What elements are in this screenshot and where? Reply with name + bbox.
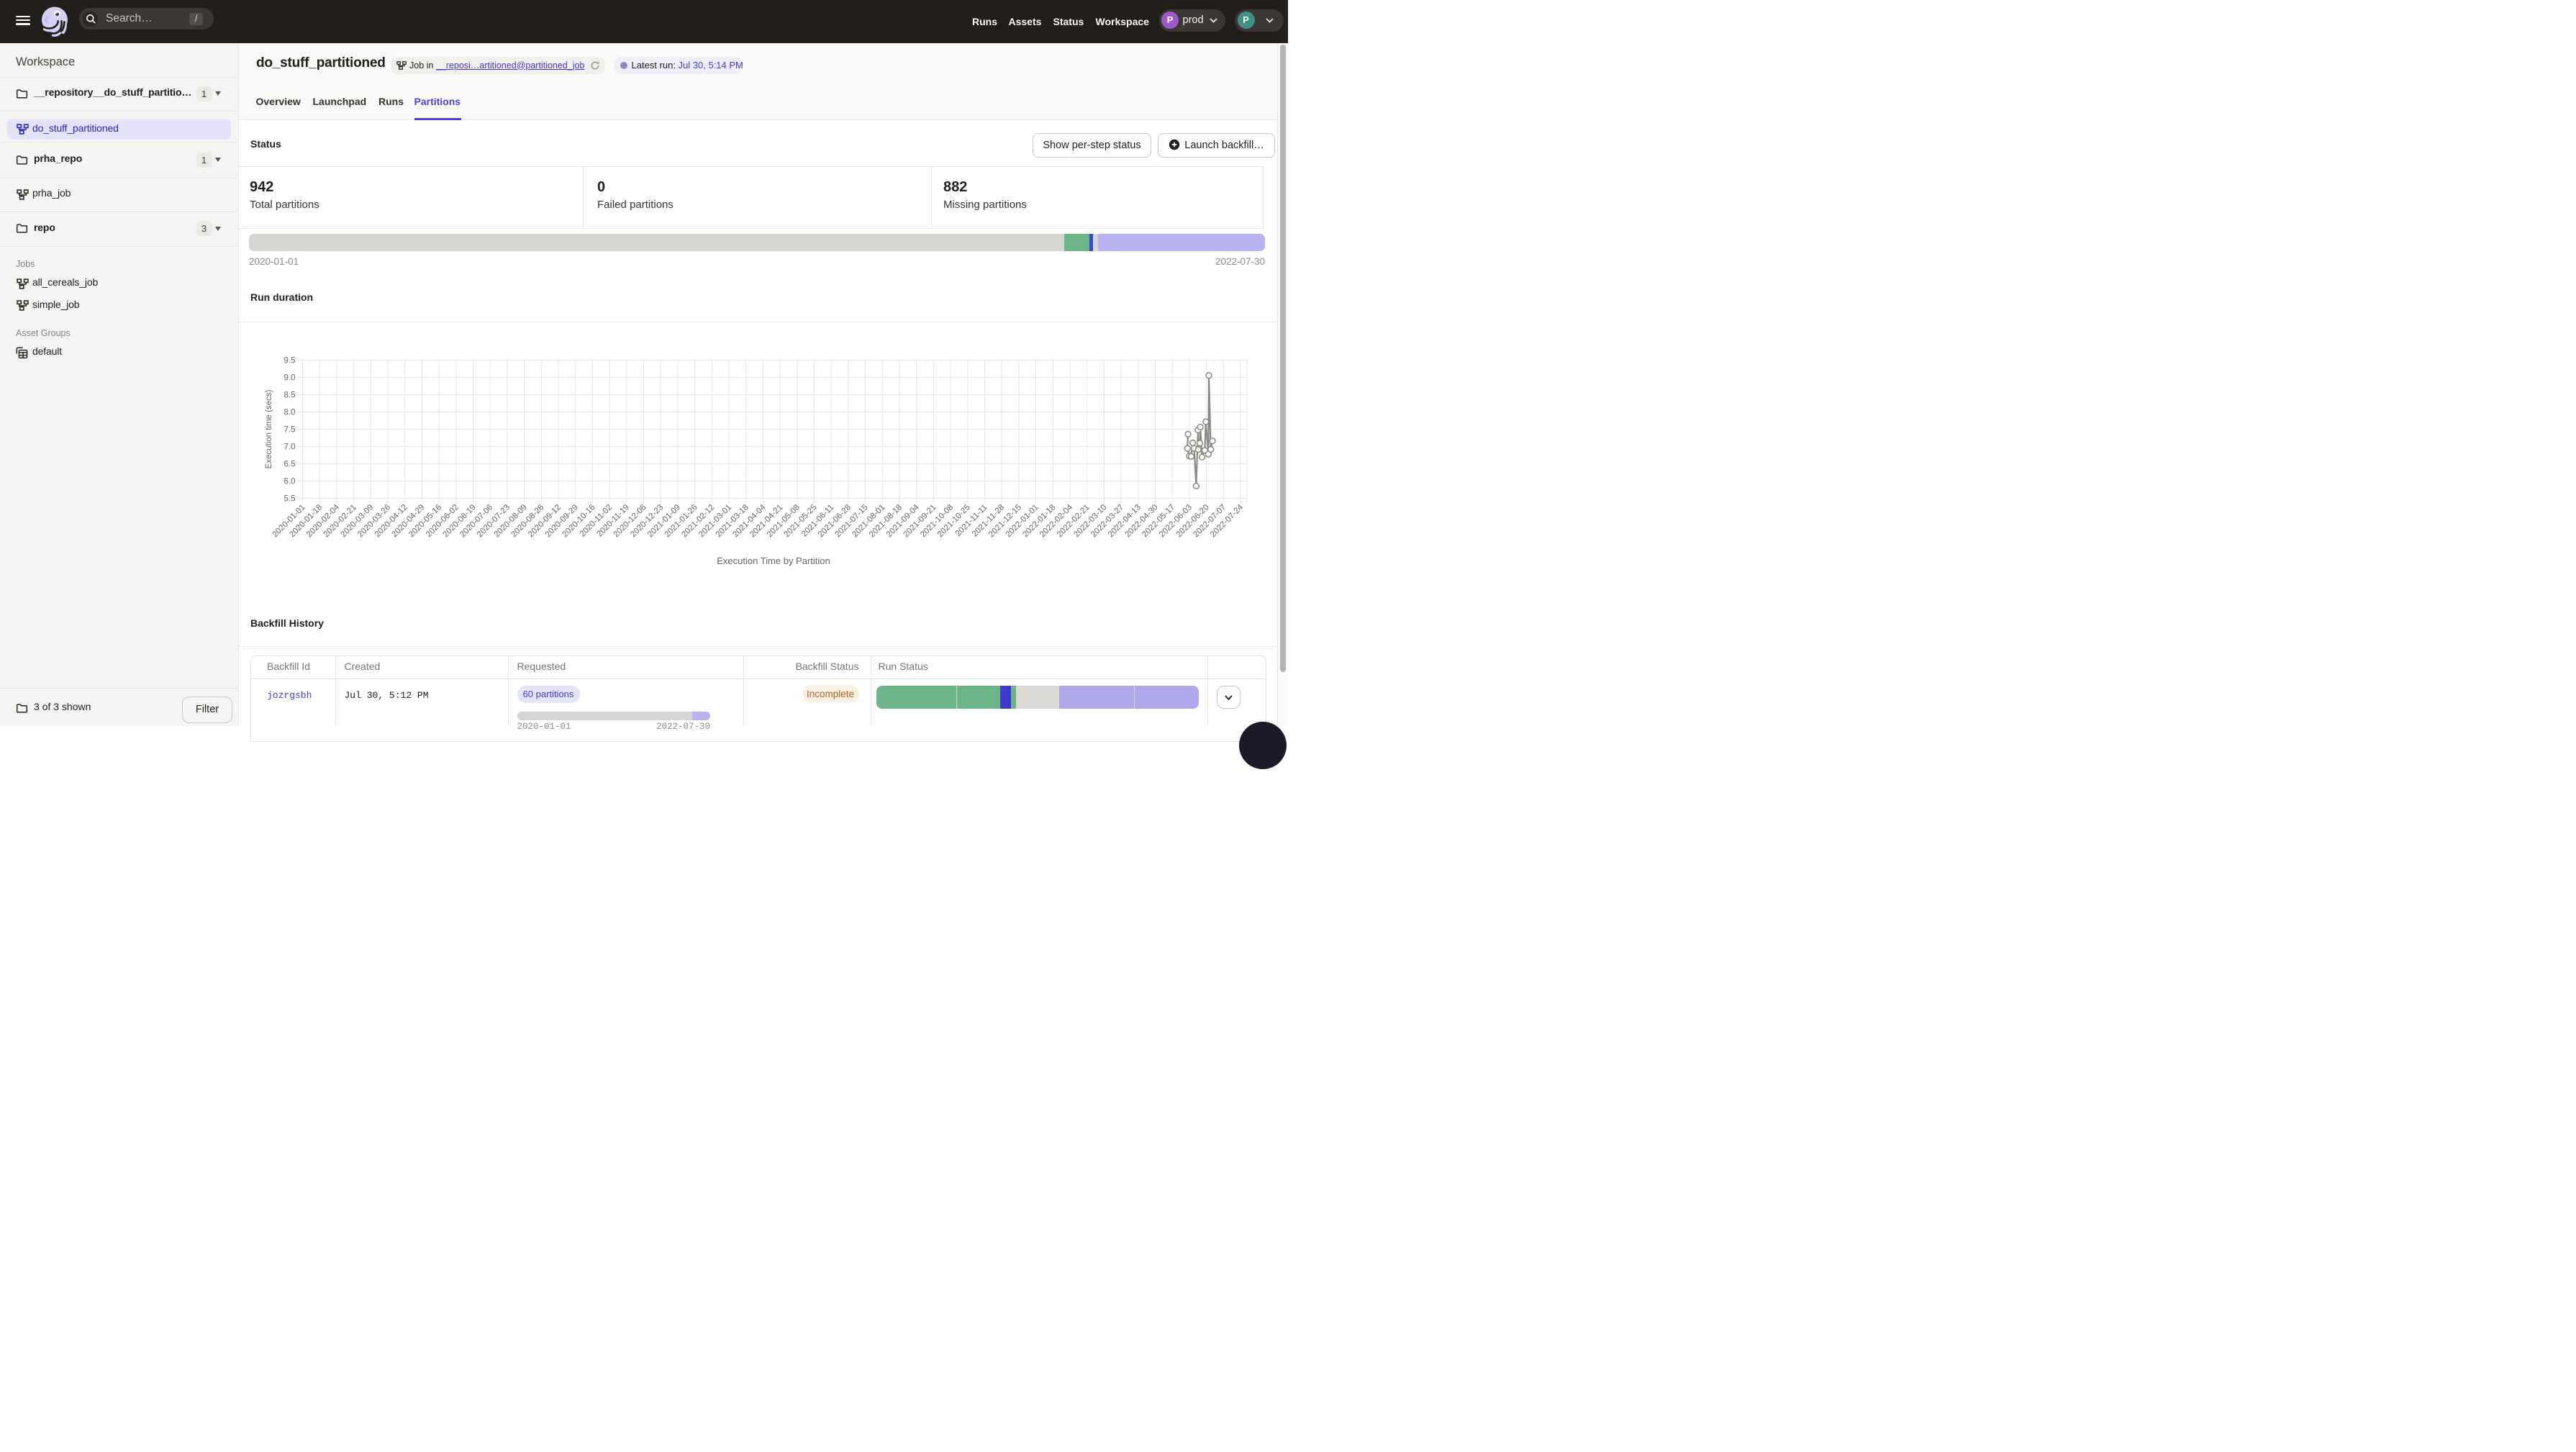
svg-text:5.5: 5.5 [284, 495, 296, 504]
svg-text:8.5: 8.5 [284, 391, 296, 400]
svg-text:9.5: 9.5 [284, 357, 296, 366]
svg-text:9.0: 9.0 [284, 374, 296, 383]
svg-text:8.0: 8.0 [284, 409, 296, 417]
svg-text:6.0: 6.0 [284, 478, 296, 486]
svg-text:6.5: 6.5 [284, 460, 296, 469]
svg-text:Execution Time by Partition: Execution Time by Partition [717, 555, 830, 566]
svg-text:7.5: 7.5 [284, 426, 296, 435]
svg-text:7.0: 7.0 [284, 443, 296, 452]
svg-text:Execution time (secs): Execution time (secs) [265, 389, 273, 468]
